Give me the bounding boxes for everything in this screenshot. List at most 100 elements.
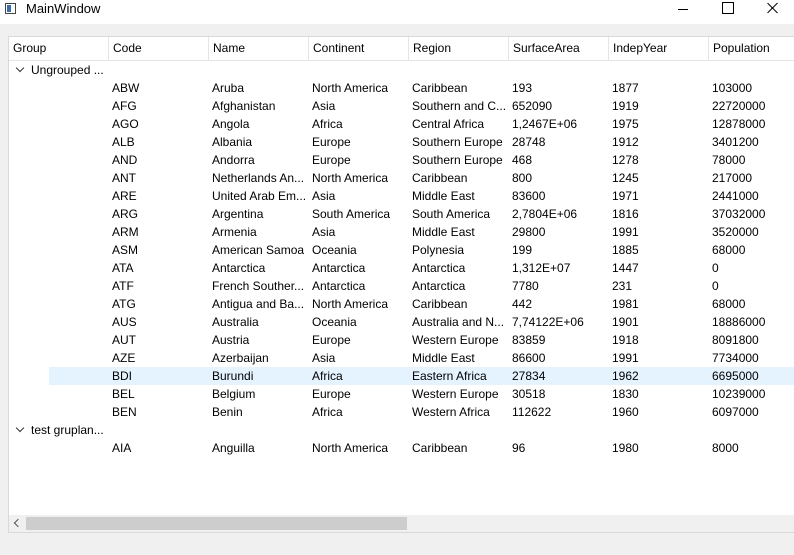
cell-region: Eastern Africa bbox=[412, 369, 487, 383]
table-row[interactable]: AIA Anguilla North America Caribbean 96 1980 8… bbox=[9, 439, 794, 457]
cell-continent: Oceania bbox=[312, 243, 357, 257]
cell-code: ATG bbox=[112, 297, 136, 311]
cell-indepyear: 1912 bbox=[612, 135, 639, 149]
header-surfacearea[interactable]: SurfaceArea bbox=[509, 37, 609, 60]
cell-indepyear: 1901 bbox=[612, 315, 639, 329]
table-row[interactable]: AUT Austria Europe Western Europe 83859 1918 8… bbox=[9, 331, 794, 349]
cell-region: Polynesia bbox=[412, 243, 465, 257]
cell-region: Central Africa bbox=[412, 117, 485, 131]
cell-population: 68000 bbox=[712, 297, 746, 311]
cell-continent: Asia bbox=[312, 351, 336, 365]
table-row[interactable]: AUS Australia Oceania Australia and N... 7,7… bbox=[9, 313, 794, 331]
cell-continent: North America bbox=[312, 171, 389, 185]
table-row[interactable]: ASM American Samoa Oceania Polynesia 199 1885… bbox=[9, 241, 794, 259]
cell-name: Burundi bbox=[212, 369, 254, 383]
cell-surfacearea: 30518 bbox=[512, 387, 546, 401]
table-row[interactable]: BDI Burundi Africa Eastern Africa 27834 1962 6… bbox=[9, 367, 794, 385]
cell-region: Antarctica bbox=[412, 261, 466, 275]
cell-region: Antarctica bbox=[412, 279, 466, 293]
table-row[interactable]: ALB Albania Europe Southern Europe 28748 1912… bbox=[9, 133, 794, 151]
table-row[interactable]: ANT Netherlands An... North America Caribbe… bbox=[9, 169, 794, 187]
cell-region: Western Africa bbox=[412, 405, 490, 419]
table-row[interactable]: ATF French Souther... Antarctica Antarctica… bbox=[9, 277, 794, 295]
cell-region: Western Europe bbox=[412, 333, 499, 347]
table-row[interactable]: AZE Azerbaijan Asia Middle East 86600 1991 773… bbox=[9, 349, 794, 367]
maximize-button[interactable] bbox=[705, 0, 751, 22]
table-row[interactable]: AGO Angola Africa Central Africa 1,2467E+06 1… bbox=[9, 115, 794, 133]
cell-population: 78000 bbox=[712, 153, 746, 167]
cell-indepyear: 1971 bbox=[612, 189, 639, 203]
cell-name: Austria bbox=[212, 333, 250, 347]
cell-name: Netherlands An... bbox=[212, 171, 305, 185]
cell-surfacearea: 800 bbox=[512, 171, 533, 185]
minimize-button[interactable] bbox=[660, 0, 706, 22]
table-row[interactable]: ABW Aruba North America Caribbean 193 1877 103… bbox=[9, 79, 794, 97]
cell-population: 103000 bbox=[712, 81, 753, 95]
chevron-down-icon[interactable] bbox=[14, 421, 26, 439]
cell-indepyear: 1919 bbox=[612, 99, 639, 113]
cell-region: Caribbean bbox=[412, 81, 468, 95]
cell-continent: Africa bbox=[312, 405, 343, 419]
cell-indepyear: 1877 bbox=[612, 81, 639, 95]
cell-population: 0 bbox=[712, 261, 719, 275]
cell-indepyear: 1816 bbox=[612, 207, 639, 221]
table-row[interactable]: AFG Afghanistan Asia Southern and C... 65209… bbox=[9, 97, 794, 115]
cell-continent: Africa bbox=[312, 369, 343, 383]
cell-surfacearea: 83600 bbox=[512, 189, 546, 203]
cell-code: AND bbox=[112, 153, 138, 167]
cell-indepyear: 1278 bbox=[612, 153, 639, 167]
cell-surfacearea: 468 bbox=[512, 153, 533, 167]
cell-indepyear: 1962 bbox=[612, 369, 639, 383]
table-row[interactable]: ARE United Arab Em... Asia Middle East 83600… bbox=[9, 187, 794, 205]
cell-code: ANT bbox=[112, 171, 136, 185]
table-row[interactable]: ARM Armenia Asia Middle East 29800 1991 352000… bbox=[9, 223, 794, 241]
header-region[interactable]: Region bbox=[409, 37, 509, 60]
header-code[interactable]: Code bbox=[109, 37, 209, 60]
cell-continent: Antarctica bbox=[312, 261, 366, 275]
group-row[interactable]: test gruplan... bbox=[9, 421, 794, 439]
cell-surfacearea: 112622 bbox=[512, 405, 552, 419]
cell-continent: South America bbox=[312, 207, 391, 221]
cell-surfacearea: 652090 bbox=[512, 99, 553, 113]
cell-code: BEL bbox=[112, 387, 135, 401]
cell-population: 10239000 bbox=[712, 387, 766, 401]
scroll-left-arrow-icon[interactable] bbox=[9, 515, 26, 532]
cell-name: Afghanistan bbox=[212, 99, 276, 113]
horizontal-scrollbar[interactable] bbox=[9, 515, 794, 532]
cell-continent: North America bbox=[312, 81, 389, 95]
cell-region: Middle East bbox=[412, 189, 475, 203]
table-row[interactable]: ATG Antigua and Ba... North America Caribbe… bbox=[9, 295, 794, 313]
group-label: test gruplan... bbox=[31, 423, 104, 437]
cell-population: 6097000 bbox=[712, 405, 759, 419]
header-group[interactable]: Group bbox=[9, 37, 109, 60]
cell-surfacearea: 96 bbox=[512, 441, 526, 455]
cell-surfacearea: 28748 bbox=[512, 135, 546, 149]
chevron-down-icon[interactable] bbox=[14, 61, 26, 79]
group-row[interactable]: Ungrouped ... bbox=[9, 61, 794, 79]
header-continent[interactable]: Continent bbox=[309, 37, 409, 60]
cell-name: Australia bbox=[212, 315, 259, 329]
cell-code: ATF bbox=[112, 279, 134, 293]
tree-view[interactable]: Group Code Name Continent Region SurfaceArea I… bbox=[8, 36, 794, 533]
table-row[interactable]: BEL Belgium Europe Western Europe 30518 1830 1… bbox=[9, 385, 794, 403]
table-row[interactable]: ATA Antarctica Antarctica Antarctica 1,312E+… bbox=[9, 259, 794, 277]
header-indepyear[interactable]: IndepYear bbox=[609, 37, 709, 60]
cell-surfacearea: 27834 bbox=[512, 369, 546, 383]
cell-population: 3520000 bbox=[712, 225, 759, 239]
cell-surfacearea: 1,312E+07 bbox=[512, 261, 571, 275]
cell-code: ARE bbox=[112, 189, 137, 203]
table-row[interactable]: AND Andorra Europe Southern Europe 468 1278 78… bbox=[9, 151, 794, 169]
scrollbar-thumb[interactable] bbox=[26, 517, 407, 530]
cell-name: Azerbaijan bbox=[212, 351, 269, 365]
close-button[interactable] bbox=[750, 0, 794, 22]
table-row[interactable]: ARG Argentina South America South America 2,… bbox=[9, 205, 794, 223]
table-row[interactable]: BEN Benin Africa Western Africa 112622 1960 60… bbox=[9, 403, 794, 421]
group-label: Ungrouped ... bbox=[31, 63, 104, 77]
cell-name: Andorra bbox=[212, 153, 255, 167]
cell-code: ATA bbox=[112, 261, 134, 275]
cell-code: AUT bbox=[112, 333, 136, 347]
cell-region: Caribbean bbox=[412, 297, 468, 311]
cell-continent: Africa bbox=[312, 117, 343, 131]
header-name[interactable]: Name bbox=[209, 37, 309, 60]
header-population[interactable]: Population bbox=[709, 37, 794, 60]
